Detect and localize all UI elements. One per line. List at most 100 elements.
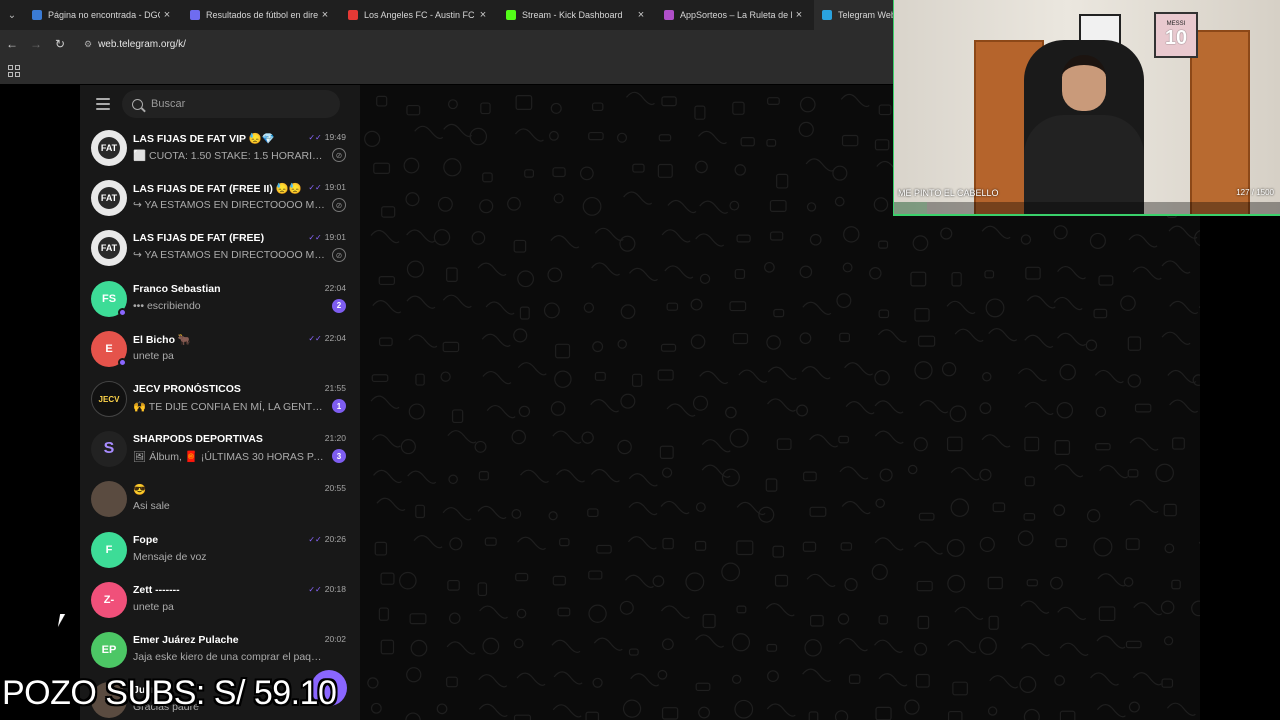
doodle-shape (592, 341, 604, 353)
reload-icon[interactable]: ↻ (48, 30, 72, 58)
chat-name: Zett ------- (133, 583, 180, 596)
tab-close-icon[interactable]: × (160, 9, 174, 21)
doodle-shape (988, 615, 999, 630)
chat-row[interactable]: S SHARPODS DEPORTIVAS 🖼 Álbum, 🧧 ¡ÚLTIMAS … (80, 424, 360, 474)
doodle-shape (617, 339, 627, 349)
chat-time-text: 21:55 (324, 383, 346, 393)
doodle-shape (734, 164, 747, 176)
search-input[interactable] (151, 98, 321, 110)
search-row (80, 85, 360, 123)
chat-row[interactable]: 😎 Asi sale 20:55 (80, 474, 360, 524)
doodle-shape (992, 502, 1006, 513)
back-icon[interactable]: ← (0, 30, 24, 58)
doodle-shape (806, 202, 817, 212)
chat-time: ✓✓ 22:04 (308, 333, 346, 343)
apps-grid-icon[interactable] (8, 65, 20, 77)
doodle-shape (988, 328, 1018, 342)
tab-search-icon[interactable]: ⌄ (0, 0, 24, 30)
doodle-shape (1089, 232, 1106, 249)
doodle-shape (667, 199, 697, 214)
doodle-shape (799, 265, 813, 279)
menu-icon[interactable] (96, 98, 110, 110)
chat-row[interactable]: JECV JECV PRONÓSTICOS 🙌 TE DIJE CONFIA EN … (80, 374, 360, 424)
site-info-icon[interactable]: ⚙ (84, 39, 92, 50)
search-box[interactable] (122, 90, 340, 118)
doodle-shape (695, 502, 706, 513)
doodle-shape (1056, 402, 1074, 419)
doodle-shape (409, 613, 427, 625)
chat-row[interactable]: FAT LAS FIJAS DE FAT VIP 😓💎 ⬜ CUOTA: 1.50 … (80, 123, 360, 173)
doodle-shape (513, 638, 524, 649)
doodle-shape (987, 706, 998, 716)
doodle-shape (1049, 576, 1063, 590)
chat-time-text: 20:02 (324, 634, 346, 644)
doodle-shape (1129, 499, 1159, 513)
doodle-shape (877, 329, 907, 343)
chat-row[interactable]: FAT LAS FIJAS DE FAT (FREE II) 😓😓 ↪ YA EST… (80, 173, 360, 223)
browser-tab[interactable]: Resultados de fútbol en directo × (182, 0, 340, 30)
chat-avatar: F (91, 531, 127, 568)
tab-close-icon[interactable]: × (634, 9, 648, 21)
avatar-initials: F (105, 543, 113, 556)
tab-favicon-icon (190, 10, 200, 20)
chat-row[interactable]: FS Franco Sebastian ••• escribiendo 22:04 2 (80, 274, 360, 324)
pinned-icon: ⊘ (332, 148, 346, 162)
doodle-shape (625, 91, 655, 106)
doodle-shape (1026, 579, 1038, 587)
address-bar[interactable]: ⚙ web.telegram.org/k/ (76, 33, 856, 55)
chat-row[interactable]: Z- Zett ------- unete pa ✓✓ 20:18 (80, 575, 360, 625)
browser-tab[interactable]: AppSorteos – La Ruleta de la Su× (656, 0, 814, 30)
chat-time: 21:20 (325, 433, 346, 443)
doodle-shape (1021, 642, 1050, 657)
doodle-shape (1161, 331, 1191, 345)
doodle-shape (660, 605, 690, 619)
avatar-initials: JECV (98, 394, 120, 404)
doodle-shape (622, 699, 642, 718)
doodle-shape (840, 542, 853, 551)
doodle-shape (1020, 600, 1050, 614)
doodle-shape (479, 199, 494, 214)
doodle-shape (632, 163, 645, 173)
doodle-shape (809, 434, 839, 448)
doodle-shape (579, 166, 594, 181)
doodle-shape (765, 478, 778, 492)
doodle-shape (766, 335, 781, 350)
doodle-shape (834, 710, 849, 720)
doodle-shape (1171, 579, 1181, 590)
doodle-shape (765, 603, 795, 617)
doodle-shape (415, 504, 425, 519)
chat-avatar: S (91, 431, 127, 468)
doodle-shape (731, 633, 751, 652)
doodle-shape (1059, 710, 1076, 720)
doodle-shape (805, 158, 835, 172)
tab-close-icon[interactable]: × (318, 9, 332, 21)
doodle-shape (372, 300, 402, 314)
goal-stat: 127 / 1500 (1236, 188, 1274, 197)
browser-tab[interactable]: Los Angeles FC - Austin FC Cua× (340, 0, 498, 30)
doodle-shape (477, 582, 488, 597)
chat-row[interactable]: F Fope Mensaje de voz ✓✓ 20:26 (80, 525, 360, 575)
chat-time-text: 20:55 (324, 483, 346, 494)
tab-close-icon[interactable]: × (476, 9, 490, 21)
avatar-initials: FAT (100, 243, 118, 254)
doodle-shape (1053, 504, 1066, 517)
chat-avatar: FAT (91, 180, 127, 217)
chat-row[interactable]: E El Bicho 🐂 unete pa ✓✓ 22:04 (80, 324, 360, 374)
doodle-shape (471, 231, 486, 245)
browser-tab[interactable]: Stream - Kick Dashboard × (498, 0, 656, 30)
doodle-shape (914, 308, 930, 322)
doodle-shape (659, 445, 674, 459)
chat-row[interactable]: FAT LAS FIJAS DE FAT (FREE) ↪ YA ESTAMOS E… (80, 223, 360, 273)
doodle-shape (878, 104, 892, 116)
doodle-shape (616, 132, 628, 143)
doodle-shape (581, 431, 594, 444)
forward-icon[interactable]: → (24, 30, 48, 58)
chat-time: ✓✓ 19:01 (308, 232, 346, 242)
chat-row[interactable]: EP Emer Juárez Pulache Jaja eske kiero de … (80, 625, 360, 675)
doodle-shape (1096, 704, 1126, 718)
doodle-shape (690, 334, 706, 349)
doodle-shape (732, 332, 749, 345)
browser-tab[interactable]: Página no encontrada - DGO × (24, 0, 182, 30)
tab-close-icon[interactable]: × (792, 9, 806, 21)
doodle-shape (482, 637, 500, 655)
